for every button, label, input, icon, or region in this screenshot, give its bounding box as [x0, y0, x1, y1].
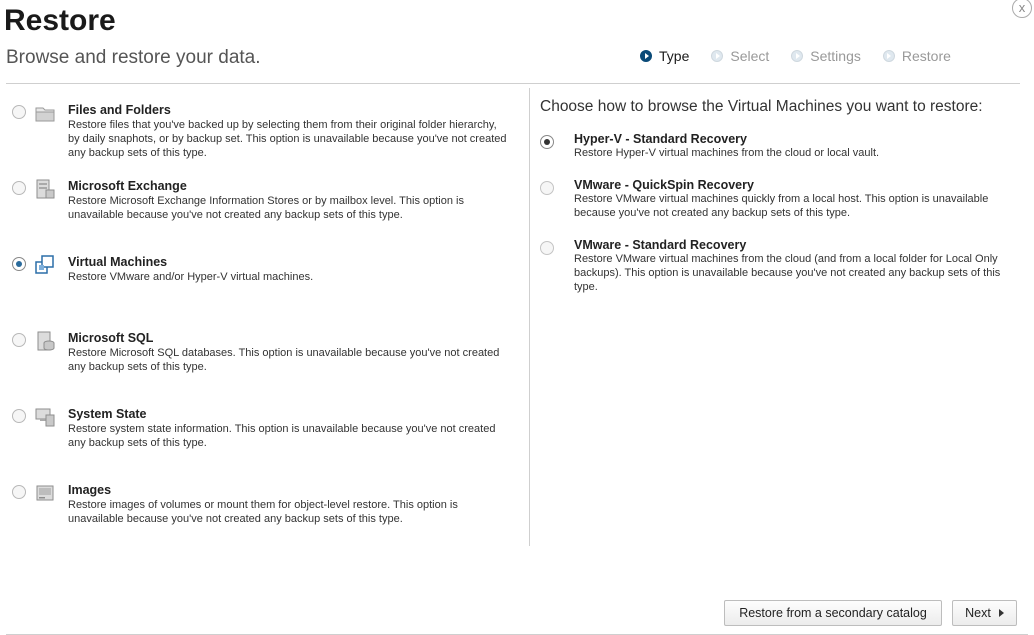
option-description: Restore files that you've backed up by s…: [68, 119, 507, 159]
restore-type-files-and-folders[interactable]: Files and Folders Restore files that you…: [12, 92, 522, 168]
option-title: System State: [68, 407, 147, 421]
wizard-steps: Type Select Settings Restore: [640, 48, 951, 64]
option-description: Restore system state information. This o…: [68, 423, 496, 449]
restore-type-microsoft-exchange[interactable]: Microsoft Exchange Restore Microsoft Exc…: [12, 168, 522, 244]
step-settings: Settings: [791, 48, 861, 64]
step-label: Type: [659, 48, 690, 64]
radio-button[interactable]: [540, 135, 554, 149]
option-description: Restore Microsoft Exchange Information S…: [68, 195, 464, 221]
radio-button[interactable]: [12, 333, 26, 347]
step-inactive-icon: [882, 50, 895, 62]
restore-type-system-state[interactable]: System State Restore system state inform…: [12, 396, 522, 472]
radio-button[interactable]: [12, 181, 26, 195]
header-divider: [6, 83, 1020, 84]
radio-button[interactable]: [12, 409, 26, 423]
option-title: VMware - QuickSpin Recovery: [574, 178, 754, 192]
step-label: Settings: [810, 48, 861, 64]
panel-divider: [529, 88, 530, 546]
radio-button[interactable]: [12, 485, 26, 499]
radio-button[interactable]: [540, 181, 554, 195]
next-button[interactable]: Next: [952, 600, 1017, 626]
option-description: Restore VMware and/or Hyper-V virtual ma…: [68, 271, 314, 283]
browse-heading: Choose how to browse the Virtual Machine…: [540, 98, 983, 115]
browse-method-panel: Choose how to browse the Virtual Machine…: [540, 98, 1020, 312]
sql-server-icon: [37, 331, 55, 351]
option-title: Hyper-V - Standard Recovery: [574, 132, 747, 146]
step-inactive-icon: [791, 50, 804, 62]
radio-button[interactable]: [12, 257, 26, 271]
radio-button[interactable]: [12, 105, 26, 119]
page-subtitle: Browse and restore your data.: [6, 47, 261, 68]
virtual-machines-icon: [35, 255, 54, 274]
browse-option-vmware-standard[interactable]: VMware - Standard Recovery Restore VMwar…: [540, 238, 1020, 294]
restore-type-images[interactable]: Images Restore images of volumes or moun…: [12, 472, 522, 548]
restore-from-secondary-catalog-button[interactable]: Restore from a secondary catalog: [724, 600, 942, 626]
step-active-icon: [640, 50, 652, 62]
option-description: Restore Hyper-V virtual machines from th…: [574, 147, 880, 159]
option-title: Virtual Machines: [68, 255, 168, 269]
system-state-icon: [35, 408, 55, 427]
radio-button[interactable]: [540, 241, 554, 255]
restore-type-virtual-machines[interactable]: Virtual Machines Restore VMware and/or H…: [12, 244, 522, 320]
step-restore: Restore: [882, 48, 951, 64]
folder-icon: [35, 107, 55, 122]
option-description: Restore VMware virtual machines quickly …: [574, 193, 989, 219]
step-inactive-icon: [711, 50, 724, 62]
page-title: Restore: [4, 4, 116, 37]
option-title: Files and Folders: [68, 103, 171, 117]
restore-type-microsoft-sql[interactable]: Microsoft SQL Restore Microsoft SQL data…: [12, 320, 522, 396]
step-label: Select: [730, 48, 770, 64]
chevron-right-icon: [998, 609, 1004, 617]
option-title: Microsoft SQL: [68, 331, 154, 345]
option-description: Restore images of volumes or mount them …: [68, 499, 458, 525]
option-title: Images: [68, 483, 112, 497]
option-title: Microsoft Exchange: [68, 179, 187, 193]
restore-type-list: Files and Folders Restore files that you…: [12, 92, 522, 548]
browse-option-hyper-v-standard[interactable]: Hyper-V - Standard Recovery Restore Hype…: [540, 132, 1020, 160]
step-label: Restore: [901, 48, 951, 64]
button-label: Restore from a secondary catalog: [739, 606, 927, 620]
exchange-server-icon: [36, 179, 55, 199]
option-description: Restore Microsoft SQL databases. This op…: [68, 347, 500, 373]
button-label: Next: [965, 606, 991, 620]
close-button[interactable]: x: [1012, 0, 1032, 18]
browse-option-vmware-quickspin[interactable]: VMware - QuickSpin Recovery Restore VMwa…: [540, 178, 1020, 220]
option-description: Restore VMware virtual machines from the…: [574, 253, 1001, 293]
step-select: Select: [711, 48, 769, 64]
disk-image-icon: [36, 485, 54, 501]
option-title: VMware - Standard Recovery: [574, 238, 747, 252]
step-type: Type: [640, 48, 689, 64]
